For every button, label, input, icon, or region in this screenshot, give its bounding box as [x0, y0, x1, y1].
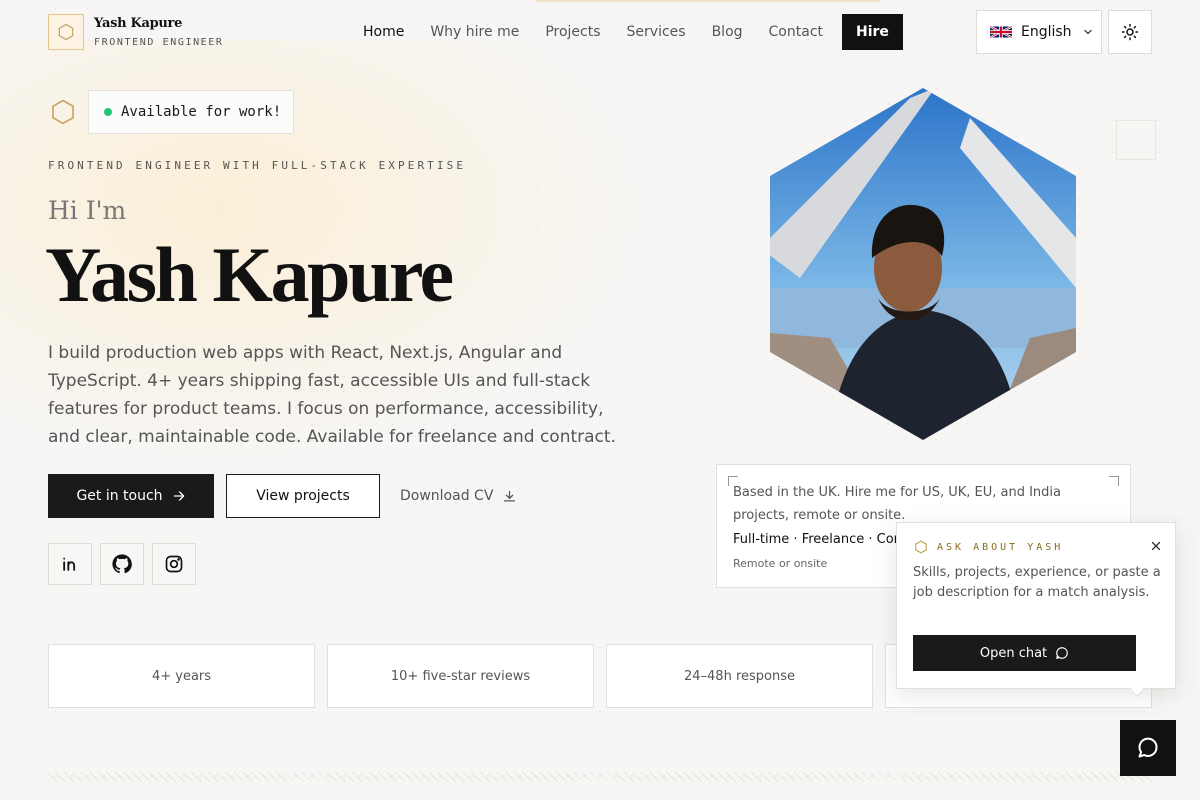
language-label: English — [1021, 24, 1072, 40]
main-nav: Home Why hire me Projects Services Blog … — [350, 14, 903, 50]
profile-photo — [770, 88, 1076, 440]
site-header: Yash Kapure FRONTEND ENGINEER Home Why h… — [0, 0, 1200, 64]
chat-popup: ASK ABOUT YASH Skills, projects, experie… — [896, 522, 1176, 698]
hire-button[interactable]: Hire — [842, 14, 903, 50]
open-chat-label: Open chat — [979, 645, 1048, 661]
status-dot — [104, 108, 112, 116]
nav-home[interactable]: Home — [363, 24, 404, 40]
linkedin-icon — [60, 554, 80, 574]
stat-reviews: 10+ five-star reviews — [327, 644, 594, 708]
github-link[interactable] — [100, 543, 144, 585]
header-accent-rule — [536, 0, 880, 2]
nav-contact[interactable]: Contact — [769, 24, 823, 40]
message-circle-icon — [1055, 646, 1069, 660]
availability-badge: Available for work! — [88, 90, 294, 134]
hexagon-icon — [914, 540, 928, 554]
hero-greeting: Hi I'm — [48, 196, 127, 225]
nav-services[interactable]: Services — [627, 24, 686, 40]
language-select[interactable]: English — [976, 10, 1102, 54]
github-icon — [112, 554, 132, 574]
chat-title: ASK ABOUT YASH — [937, 542, 1064, 553]
engagement-types: Full-time · Freelance · Con — [733, 532, 902, 547]
hexagon-icon — [57, 23, 75, 41]
nav-why-hire-me[interactable]: Why hire me — [430, 24, 519, 40]
hero-description: I build production web apps with React, … — [48, 343, 616, 447]
logo[interactable] — [48, 14, 84, 50]
close-chat-button[interactable] — [1146, 536, 1166, 556]
stat-experience: 4+ years — [48, 644, 315, 708]
download-cv-label: Download CV — [400, 488, 494, 504]
hexagon-badge-icon — [50, 99, 76, 125]
theme-toggle-button[interactable] — [1108, 10, 1152, 54]
linkedin-link[interactable] — [48, 543, 92, 585]
arrow-right-icon — [172, 489, 186, 503]
download-icon — [502, 489, 517, 504]
brand-name[interactable]: Yash Kapure — [94, 16, 182, 31]
section-divider — [48, 772, 1152, 782]
availability-text: Available for work! — [121, 104, 282, 120]
hero-eyebrow: FRONTEND ENGINEER WITH FULL-STACK EXPERT… — [48, 159, 467, 172]
get-in-touch-label: Get in touch — [76, 488, 163, 504]
decorative-square — [1116, 120, 1156, 160]
get-in-touch-button[interactable]: Get in touch — [48, 474, 214, 518]
work-mode-note: Remote or onsite — [733, 557, 828, 570]
brand-role: FRONTEND ENGINEER — [94, 37, 224, 48]
instagram-link[interactable] — [152, 543, 196, 585]
chat-bubble-icon — [1136, 736, 1160, 760]
sun-icon — [1121, 23, 1139, 41]
instagram-icon — [164, 554, 184, 574]
chat-launcher-button[interactable] — [1120, 720, 1176, 776]
uk-flag-icon — [990, 25, 1012, 39]
nav-projects[interactable]: Projects — [545, 24, 600, 40]
nav-blog[interactable]: Blog — [712, 24, 743, 40]
close-icon — [1150, 540, 1162, 552]
chevron-down-icon — [1082, 26, 1094, 38]
view-projects-button[interactable]: View projects — [226, 474, 380, 518]
stat-response: 24–48h response — [606, 644, 873, 708]
hero-name: Yash Kapure — [45, 231, 454, 318]
open-chat-button[interactable]: Open chat — [913, 635, 1136, 671]
chat-description: Skills, projects, experience, or paste a… — [913, 565, 1161, 600]
location-text: Based in the UK. Hire me for US, UK, EU,… — [733, 485, 1061, 523]
download-cv-link[interactable]: Download CV — [400, 474, 517, 518]
